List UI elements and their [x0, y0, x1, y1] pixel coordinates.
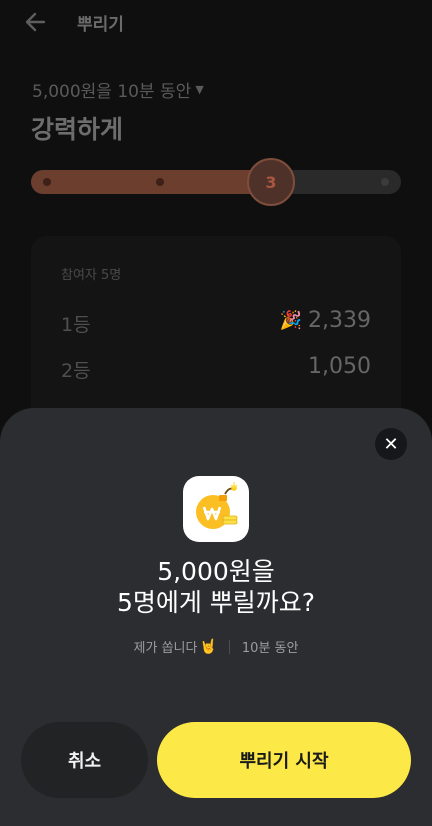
intensity-slider[interactable]: 3 — [31, 158, 401, 206]
arrow-left-icon — [25, 12, 46, 32]
cancel-button[interactable]: 취소 — [21, 722, 148, 798]
page-title: 뿌리기 — [77, 15, 124, 35]
duration-label: 10분 동안 — [241, 641, 299, 656]
slider-fill — [31, 170, 276, 194]
slider-value: 3 — [265, 172, 277, 192]
caret-down-icon: ▼ — [195, 83, 204, 96]
confirm-title: 5,000원을 5명에게 뿌릴까요? — [0, 556, 432, 618]
coin-bomb-icon — [183, 476, 249, 542]
rank-amount: 🎉 2,339 — [280, 308, 371, 333]
start-sprinkle-button[interactable]: 뿌리기 시작 — [157, 722, 411, 798]
back-button[interactable] — [22, 8, 50, 36]
confirm-meta: 제가 쏩니다 🤘 10분 동안 — [0, 637, 432, 657]
rank-label: 1등 — [61, 314, 91, 336]
rank-amount: 1,050 — [308, 354, 371, 379]
top-bar: 뿌리기 — [0, 0, 432, 44]
confirm-title-recipients: 5명에게 뿌릴까요? — [116, 588, 316, 617]
participants-count: 참여자 5명 — [61, 268, 122, 283]
slider-step-4[interactable] — [381, 178, 389, 186]
close-button[interactable]: ✕ — [375, 428, 407, 460]
rank-amount-value: 1,050 — [308, 354, 371, 379]
treat-label: 제가 쏩니다 — [133, 641, 198, 656]
meta-divider — [228, 639, 230, 654]
slider-handle[interactable]: 3 — [247, 158, 295, 206]
amount-time-select[interactable]: 5,000원을 10분 동안 ▼ — [32, 77, 204, 102]
rank-row: 2등 1,050 — [61, 354, 371, 384]
amount-time-label: 5,000원을 10분 동안 — [32, 82, 192, 102]
intensity-label: 강력하게 — [31, 115, 124, 144]
party-popper-icon: 🎉 — [279, 310, 303, 331]
rank-amount-value: 2,339 — [308, 308, 371, 333]
rank-row: 1등 🎉 2,339 — [61, 308, 371, 338]
rock-hand-icon: 🤘 — [199, 638, 217, 655]
close-icon: ✕ — [383, 433, 399, 455]
cancel-label: 취소 — [67, 751, 102, 772]
confirm-title-amount: 5,000원을 — [157, 557, 275, 586]
confirm-bottom-sheet: ✕ 5,000원을 5명에게 뿌릴까요? 제가 쏩니다 🤘 10분 동안 취소 … — [0, 408, 432, 826]
slider-step-2[interactable] — [156, 178, 164, 186]
rank-label: 2등 — [61, 360, 91, 382]
start-label: 뿌리기 시작 — [239, 751, 329, 772]
slider-step-1[interactable] — [43, 178, 51, 186]
sprinkle-screen: 뿌리기 5,000원을 10분 동안 ▼ 강력하게 3 참여자 5명 1등 🎉 … — [0, 0, 432, 826]
